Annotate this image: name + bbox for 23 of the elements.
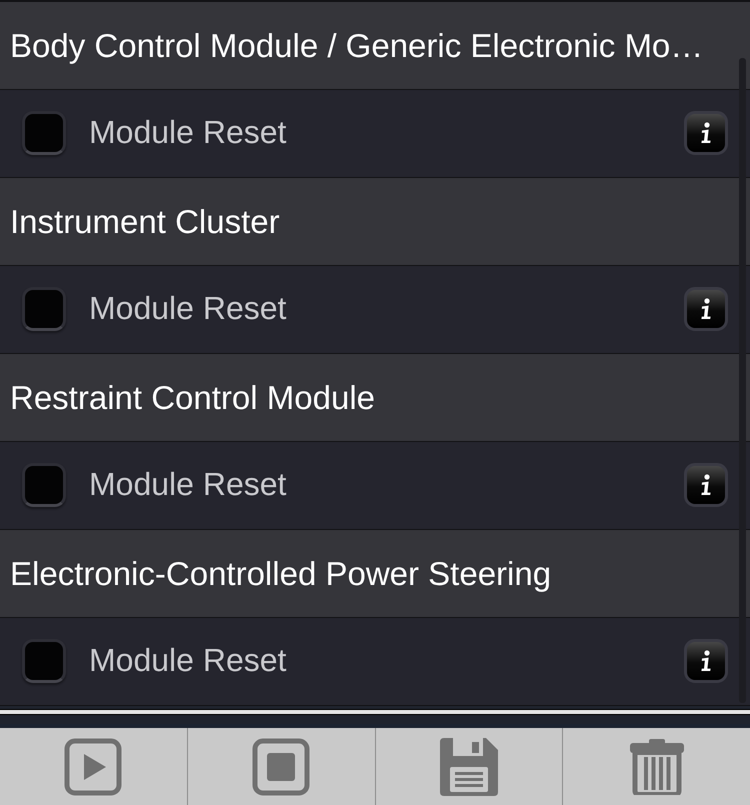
info-icon [700, 474, 712, 496]
checkbox[interactable] [22, 638, 66, 682]
play-icon [64, 738, 122, 796]
item-label: Module Reset [89, 114, 288, 151]
item-label: Module Reset [89, 642, 288, 679]
info-icon [700, 298, 712, 320]
item-label: Module Reset [89, 466, 288, 503]
info-button[interactable] [684, 110, 728, 154]
item-label: Module Reset [89, 290, 288, 327]
checkbox[interactable] [22, 286, 66, 330]
info-icon [700, 650, 712, 672]
section-title: Body Control Module / Generic Electronic Mo… [10, 26, 704, 64]
trash-icon [630, 738, 684, 794]
checkbox[interactable] [22, 462, 66, 506]
checkbox[interactable] [22, 110, 66, 154]
info-button[interactable] [684, 286, 728, 330]
section-title: Electronic-Controlled Power Steering [10, 554, 552, 592]
info-icon [700, 122, 712, 144]
info-button[interactable] [684, 462, 728, 506]
section-title: Instrument Cluster [10, 202, 280, 240]
section-title: Restraint Control Module [10, 378, 375, 416]
stop-icon [252, 738, 310, 796]
info-button[interactable] [684, 638, 728, 682]
